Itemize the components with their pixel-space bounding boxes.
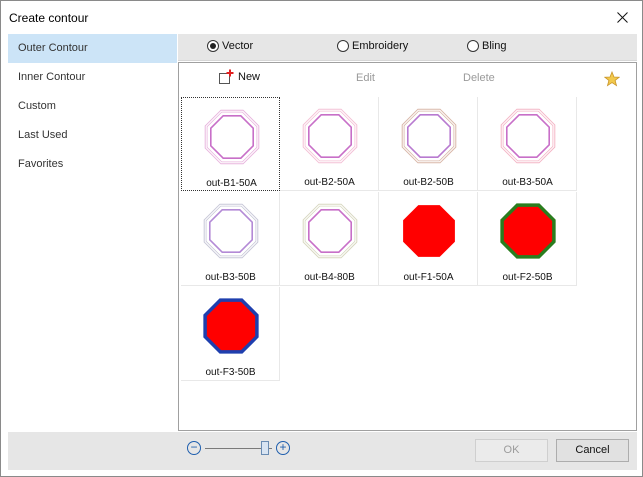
contour-preview [302,108,358,164]
contour-preview [500,108,556,164]
contour-item[interactable]: out-F1-50A [379,192,478,286]
new-button-label: New [238,71,261,83]
sidebar-item-favorites[interactable]: Favorites [8,150,177,179]
sidebar-item-inner-contour[interactable]: Inner Contour [8,63,177,92]
contour-item[interactable]: out-B2-50B [379,97,478,191]
contour-preview [302,203,358,259]
close-button[interactable] [602,1,642,33]
radio-vector-indicator [207,40,219,52]
contour-item[interactable]: out-B4-80B [280,192,379,286]
contour-preview [500,203,556,259]
window-title: Create contour [9,11,89,25]
contour-item-label: out-B4-80B [304,272,355,283]
sidebar-item-outer-contour[interactable]: Outer Contour [8,34,177,63]
bottom-bar: − + OK Cancel [8,432,637,470]
edit-button[interactable]: Edit [356,72,375,84]
zoom-in-icon[interactable]: + [276,441,290,455]
contour-item-label: out-B2-50B [403,177,454,188]
contour-library-panel: New Edit Delete out-B1-50A out-B2-50A out-… [178,62,637,431]
titlebar: Create contour [1,1,642,33]
radio-bling[interactable]: Bling [467,40,506,52]
contour-item-label: out-B1-50A [206,178,257,189]
radio-bling-label: Bling [482,40,507,52]
radio-embroidery[interactable]: Embroidery [337,40,408,52]
contour-item[interactable]: out-B2-50A [280,97,379,191]
contour-item-label: out-F3-50B [205,367,256,378]
radio-vector-label: Vector [222,40,254,52]
sidebar-item-custom[interactable]: Custom [8,92,177,121]
contour-preview [203,298,259,354]
radio-embroidery-label: Embroidery [352,40,409,52]
contour-preview [401,108,457,164]
contour-item-label: out-B2-50A [304,177,355,188]
contour-item[interactable]: out-B3-50B [181,192,280,286]
contour-preview [403,205,455,257]
ok-button[interactable]: OK [475,439,548,462]
radio-embroidery-indicator [337,40,349,52]
new-file-icon [219,69,234,84]
contour-item-label: out-B3-50A [502,177,553,188]
contour-item-label: out-B3-50B [205,272,256,283]
zoom-slider-thumb[interactable] [261,441,269,455]
close-icon [616,11,628,23]
sidebar-item-last-used[interactable]: Last Used [8,121,177,150]
create-contour-dialog: Create contour Outer Contour Inner Conto… [0,0,643,477]
radio-bling-indicator [467,40,479,52]
favorite-star-icon[interactable] [603,70,621,90]
delete-button[interactable]: Delete [463,72,495,84]
contour-item[interactable]: out-B3-50A [478,97,577,191]
contour-item[interactable]: out-F3-50B [181,287,280,381]
contour-item[interactable]: out-B1-50A [181,97,280,191]
contour-item[interactable]: out-F2-50B [478,192,577,286]
mode-radio-group: Vector Embroidery Bling [178,34,637,61]
zoom-out-icon[interactable]: − [187,441,201,455]
cancel-button[interactable]: Cancel [556,439,629,462]
contour-preview [204,109,260,165]
contour-item-label: out-F1-50A [403,272,454,283]
new-button[interactable]: New [217,69,260,85]
library-toolbar: New Edit Delete [179,63,636,95]
category-sidebar: Outer Contour Inner Contour Custom Last … [8,34,177,431]
contour-item-label: out-F2-50B [502,272,553,283]
radio-vector[interactable]: Vector [207,40,253,52]
contour-preview [203,203,259,259]
